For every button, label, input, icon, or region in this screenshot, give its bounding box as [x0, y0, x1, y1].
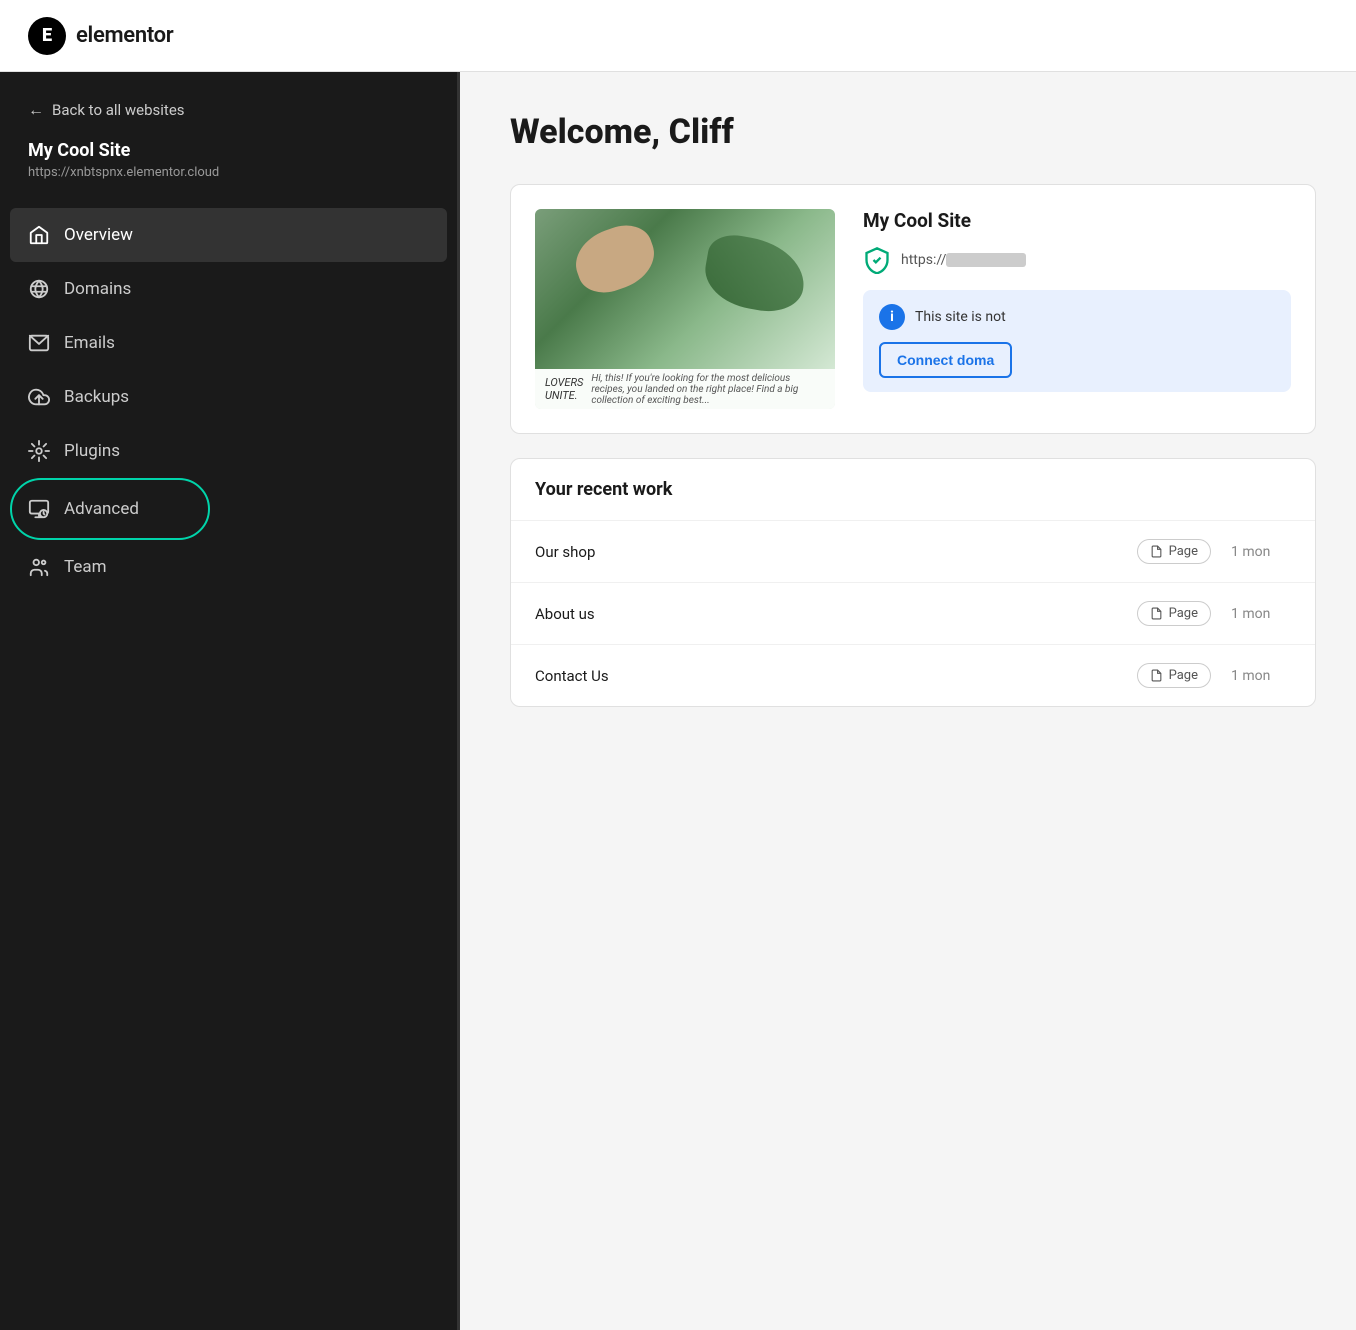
sidebar-item-team[interactable]: Team — [0, 540, 457, 594]
sidebar: ← Back to all websites My Cool Site http… — [0, 72, 460, 1330]
sidebar-item-domains[interactable]: Domains — [0, 262, 457, 316]
page-icon — [1150, 607, 1163, 620]
work-row-contact[interactable]: Contact Us Page 1 mon — [511, 645, 1315, 706]
work-item-name: About us — [535, 605, 1117, 623]
page-label: Page — [1169, 606, 1198, 621]
sidebar-item-label: Emails — [64, 333, 115, 353]
top-header: E elementor — [0, 0, 1356, 72]
page-badge: Page — [1137, 601, 1211, 626]
info-banner: i This site is not Connect doma — [863, 290, 1291, 392]
logo-text: elementor — [76, 23, 173, 48]
elementor-logo-icon: E — [28, 17, 66, 55]
sidebar-item-label: Advanced — [64, 499, 139, 519]
work-row-shop[interactable]: Our shop Page 1 mon — [511, 521, 1315, 583]
sidebar-item-emails[interactable]: Emails — [0, 316, 457, 370]
connect-domain-button[interactable]: Connect doma — [879, 342, 1012, 378]
sidebar-site-info: My Cool Site https://xnbtspnx.elementor.… — [0, 140, 457, 208]
mail-icon — [28, 332, 50, 354]
work-row-about[interactable]: About us Page 1 mon — [511, 583, 1315, 645]
info-message: This site is not — [915, 309, 1006, 325]
back-arrow-icon: ← — [28, 100, 44, 120]
food-overlay-text: LOVERS UNITE. Hi, this! If you're lookin… — [535, 369, 835, 409]
info-row: i This site is not — [879, 304, 1275, 330]
page-badge: Page — [1137, 539, 1211, 564]
advanced-icon — [28, 498, 50, 520]
site-overview-card: LOVERS UNITE. Hi, this! If you're lookin… — [510, 184, 1316, 434]
recent-work-title: Your recent work — [511, 459, 1315, 521]
sidebar-item-advanced[interactable]: Advanced — [0, 482, 457, 536]
cloud-backup-icon — [28, 386, 50, 408]
main-layout: ← Back to all websites My Cool Site http… — [0, 72, 1356, 1330]
sidebar-item-label: Team — [64, 557, 107, 577]
sidebar-item-label: Overview — [64, 225, 133, 245]
page-icon — [1150, 545, 1163, 558]
page-badge: Page — [1137, 663, 1211, 688]
work-time: 1 mon — [1231, 606, 1291, 622]
team-icon — [28, 556, 50, 578]
home-icon — [28, 224, 50, 246]
sidebar-item-label: Backups — [64, 387, 129, 407]
page-label: Page — [1169, 544, 1198, 559]
sidebar-site-url: https://xnbtspnx.elementor.cloud — [28, 165, 429, 180]
sidebar-item-label: Plugins — [64, 441, 120, 461]
work-time: 1 mon — [1231, 668, 1291, 684]
info-icon: i — [879, 304, 905, 330]
shield-check-icon — [863, 246, 891, 274]
work-item-name: Contact Us — [535, 667, 1117, 685]
url-row: https:// — [863, 246, 1291, 274]
page-icon — [1150, 669, 1163, 682]
url-blurred — [946, 253, 1026, 267]
sidebar-item-label: Domains — [64, 279, 131, 299]
sidebar-item-overview[interactable]: Overview — [10, 208, 447, 262]
sidebar-site-name: My Cool Site — [28, 140, 429, 161]
food-image — [535, 209, 835, 369]
plugins-icon — [28, 440, 50, 462]
site-card-name: My Cool Site — [863, 209, 1291, 232]
recent-work-card: Your recent work Our shop Page 1 mon Abo… — [510, 458, 1316, 707]
back-to-websites-link[interactable]: ← Back to all websites — [0, 72, 457, 140]
sidebar-nav-list: Overview Domains Emails — [0, 208, 457, 1330]
site-card-details: My Cool Site https:// i This site is not — [863, 209, 1291, 409]
site-thumbnail: LOVERS UNITE. Hi, this! If you're lookin… — [535, 209, 835, 409]
work-time: 1 mon — [1231, 544, 1291, 560]
work-item-name: Our shop — [535, 543, 1117, 561]
logo-area: E elementor — [28, 17, 173, 55]
site-url-text: https:// — [901, 252, 1026, 268]
sidebar-item-plugins[interactable]: Plugins — [0, 424, 457, 478]
sidebar-item-backups[interactable]: Backups — [0, 370, 457, 424]
welcome-title: Welcome, Cliff — [510, 112, 1316, 152]
page-label: Page — [1169, 668, 1198, 683]
globe-icon — [28, 278, 50, 300]
back-label: Back to all websites — [52, 101, 185, 119]
main-content: Welcome, Cliff LOVERS UNITE. Hi, this! I… — [460, 72, 1356, 1330]
